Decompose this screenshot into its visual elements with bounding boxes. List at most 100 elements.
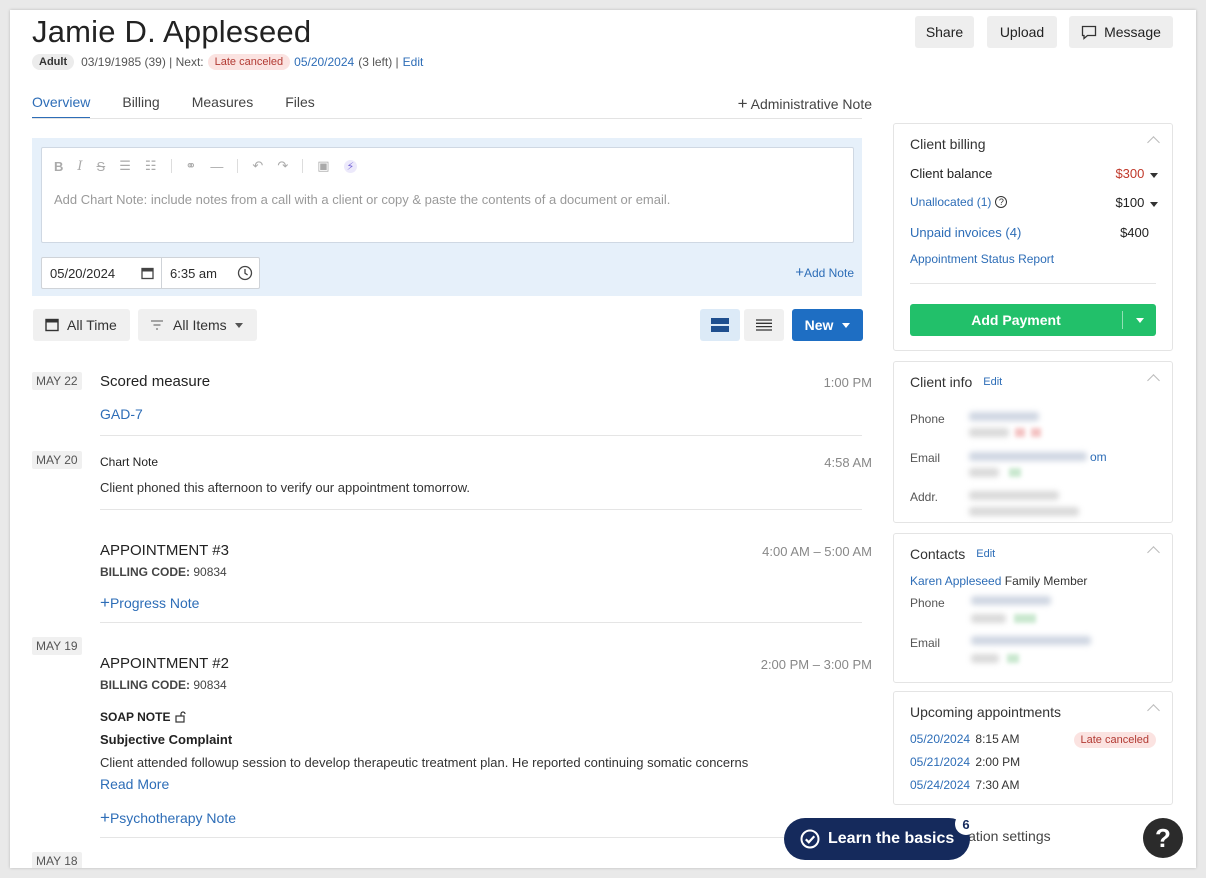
chevron-up-icon[interactable] xyxy=(1147,136,1160,149)
psychotherapy-note-button[interactable]: +Psychotherapy Note xyxy=(100,808,236,828)
learn-the-basics-button[interactable]: Learn the basics xyxy=(784,818,970,860)
appointment-2-title[interactable]: APPOINTMENT #2 xyxy=(100,655,229,672)
tab-measures[interactable]: Measures xyxy=(192,94,253,119)
expanded-view-icon xyxy=(711,318,729,332)
numbered-list-icon[interactable]: ☷ xyxy=(145,158,157,174)
soap-note-label: SOAP NOTE xyxy=(100,710,171,724)
client-name: Jamie D. Appleseed xyxy=(32,14,312,49)
unallocated-value[interactable]: $100 xyxy=(1115,195,1158,210)
horizontal-rule-icon[interactable]: — xyxy=(210,159,223,174)
chevron-up-icon[interactable] xyxy=(1147,374,1160,387)
upcoming-appointment-date-link[interactable]: 05/21/2024 xyxy=(910,755,970,769)
redacted-icon xyxy=(1009,468,1021,477)
message-icon xyxy=(1081,25,1097,40)
chart-note-time: 4:58 AM xyxy=(824,455,872,470)
note-date-input[interactable]: 05/20/2024 xyxy=(42,258,162,288)
learn-the-basics-label: Learn the basics xyxy=(828,830,955,847)
unpaid-invoices-link[interactable]: Unpaid invoices (4) xyxy=(910,225,1021,240)
billing-code-value: 90834 xyxy=(193,565,227,579)
italic-icon[interactable]: I xyxy=(77,159,82,174)
help-button[interactable]: ? xyxy=(1143,818,1183,858)
upcoming-appointment-time: 2:00 PM xyxy=(975,755,1021,769)
client-info-title: Client info xyxy=(910,374,973,390)
client-info-edit-link[interactable]: Edit xyxy=(983,376,1002,388)
unallocated-link[interactable]: Unallocated (1) ? xyxy=(910,195,1008,209)
strikethrough-icon[interactable]: S xyxy=(97,159,106,174)
time-filter-label: All Time xyxy=(67,317,117,333)
subjective-complaint-heading: Subjective Complaint xyxy=(100,732,233,747)
ai-bolt-icon[interactable]: ⚡ xyxy=(343,159,358,173)
soap-note-heading: SOAP NOTE xyxy=(100,710,187,724)
contacts-edit-link[interactable]: Edit xyxy=(976,548,995,560)
new-item-button[interactable]: New xyxy=(792,309,863,341)
share-button[interactable]: Share xyxy=(915,16,974,48)
appointment-3-title[interactable]: APPOINTMENT #3 xyxy=(100,542,229,559)
chart-note-composer: B I S ☰ ☷ ⚭ — ↶ ↷ ▣ ⚡ Add Chart Note: in… xyxy=(32,138,862,296)
client-balance-value[interactable]: $300 xyxy=(1115,166,1158,181)
note-time-input[interactable]: 6:35 am xyxy=(162,258,259,288)
add-payment-button[interactable]: Add Payment xyxy=(910,304,1156,336)
upcoming-appointment-date-link[interactable]: 05/24/2024 xyxy=(910,778,970,792)
tab-files[interactable]: Files xyxy=(285,94,315,119)
chevron-down-icon xyxy=(234,322,243,328)
note-datetime: 05/20/2024 6:35 am xyxy=(41,257,260,289)
upcoming-appointment-row: 05/24/2024 7:30 AM xyxy=(910,778,1019,792)
upcoming-appointment-date-link[interactable]: 05/20/2024 xyxy=(910,732,970,746)
tab-overview[interactable]: Overview xyxy=(32,94,91,119)
add-payment-label: Add Payment xyxy=(971,312,1061,328)
time-filter-button[interactable]: All Time xyxy=(33,309,130,341)
tab-bar: Overview Billing Measures Files xyxy=(32,94,347,119)
add-payment-dropdown[interactable] xyxy=(1123,304,1156,336)
age-badge: Adult xyxy=(32,54,75,70)
plus-icon: + xyxy=(795,264,804,281)
check-circle-icon xyxy=(800,829,820,849)
next-appointment-link[interactable]: 05/20/2024 xyxy=(294,55,354,69)
calendar-icon xyxy=(141,267,154,279)
clock-icon xyxy=(237,265,253,281)
message-button[interactable]: Message xyxy=(1069,16,1173,48)
contact-name-link[interactable]: Karen Appleseed xyxy=(910,574,1001,588)
edit-link[interactable]: Edit xyxy=(403,55,424,69)
administrative-note-button[interactable]: + Administrative Note xyxy=(738,94,872,114)
compact-view-button[interactable] xyxy=(744,309,784,341)
add-note-button[interactable]: +Add Note xyxy=(795,264,854,281)
toolbar-separator xyxy=(302,159,304,173)
items-filter-button[interactable]: All Items xyxy=(138,309,257,341)
client-balance-label: Client balance xyxy=(910,166,993,181)
expanded-view-button[interactable] xyxy=(700,309,740,341)
client-billing-title: Client billing xyxy=(910,136,986,152)
editor-toolbar: B I S ☰ ☷ ⚭ — ↶ ↷ ▣ ⚡ xyxy=(54,158,371,174)
unallocated-amount: $100 xyxy=(1115,195,1145,210)
tab-billing[interactable]: Billing xyxy=(122,94,159,119)
client-subline: Adult 03/19/1985 (39) | Next: Late cance… xyxy=(32,54,423,70)
redo-icon[interactable]: ↷ xyxy=(277,158,288,174)
bullet-list-icon[interactable]: ☰ xyxy=(119,158,131,174)
appointment-status-report-link[interactable]: Appointment Status Report xyxy=(910,252,1054,266)
redacted-email xyxy=(971,636,1091,645)
undo-icon[interactable]: ↶ xyxy=(252,158,263,174)
plus-icon: + xyxy=(100,593,110,612)
redacted-email-type xyxy=(971,654,999,663)
redacted-phone-type xyxy=(969,428,1009,437)
chevron-up-icon[interactable] xyxy=(1147,704,1160,717)
link-icon[interactable]: ⚭ xyxy=(186,158,197,174)
chart-note-text: Client phoned this afternoon to verify o… xyxy=(100,480,470,495)
billing-divider xyxy=(910,283,1156,284)
appointment-3-billing-code: BILLING CODE: 90834 xyxy=(100,565,227,579)
read-more-link[interactable]: Read More xyxy=(100,776,169,792)
upcoming-appointment-time: 8:15 AM xyxy=(975,732,1020,746)
upload-button[interactable]: Upload xyxy=(987,16,1057,48)
learn-count-badge: 6 xyxy=(955,813,977,835)
bold-icon[interactable]: B xyxy=(54,159,63,174)
gad7-link[interactable]: GAD-7 xyxy=(100,406,143,422)
chart-note-editor[interactable]: B I S ☰ ☷ ⚭ — ↶ ↷ ▣ ⚡ Add Chart Note: in… xyxy=(41,147,854,243)
timeline-date-may-18: MAY 18 xyxy=(32,852,82,868)
billing-code-label: BILLING CODE: xyxy=(100,565,190,579)
template-icon[interactable]: ▣ xyxy=(317,158,329,174)
psychotherapy-note-label: Psychotherapy Note xyxy=(109,810,237,826)
upcoming-appointments-card: Upcoming appointments 05/20/2024 8:15 AM… xyxy=(893,691,1173,805)
chevron-up-icon[interactable] xyxy=(1147,546,1160,559)
progress-note-button[interactable]: +Progress Note xyxy=(100,593,199,613)
late-canceled-badge: Late canceled xyxy=(207,54,291,70)
timeline-date-may-20: MAY 20 xyxy=(32,451,82,469)
